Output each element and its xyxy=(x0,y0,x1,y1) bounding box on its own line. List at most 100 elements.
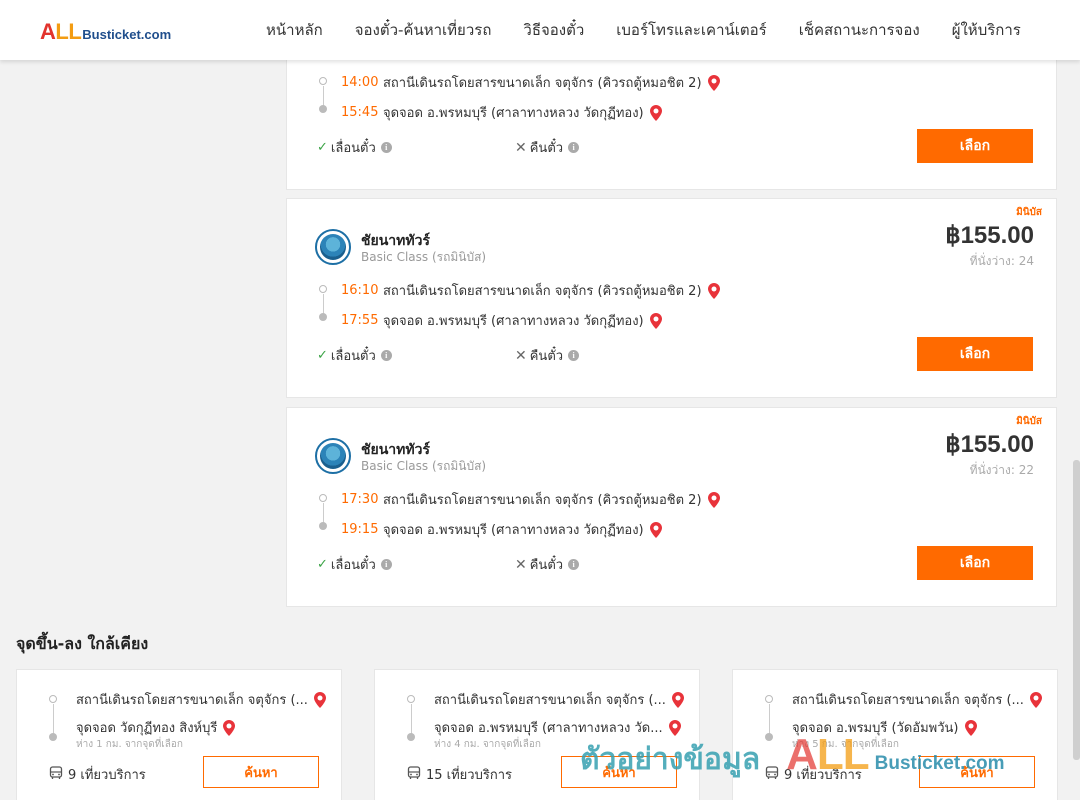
nearby-search-button[interactable]: ค้นหา xyxy=(561,756,677,788)
nearby-services-count: 9 เที่ยวบริการ xyxy=(68,768,146,783)
info-icon[interactable]: i xyxy=(380,559,392,570)
scrollbar-thumb[interactable] xyxy=(1073,460,1080,760)
nav-book-search[interactable]: จองตั๋ว-ค้นหาเที่ยวรถ xyxy=(339,18,508,42)
trip-card: มินิบัส ชัยนาททัวร์ Basic Class (รถมินิบ… xyxy=(286,407,1057,607)
arrival-time: 15:45 xyxy=(341,105,379,120)
nearby-distance: ห่าง 5 กม. จากจุดที่เลือก xyxy=(792,739,899,750)
map-pin-icon[interactable] xyxy=(707,282,720,299)
map-pin-icon[interactable] xyxy=(1029,691,1042,708)
map-pin-icon[interactable] xyxy=(964,719,977,736)
cross-icon: ✕ xyxy=(515,556,527,573)
reschedule-policy: ✓ เลื่อนตั๋ว i xyxy=(317,137,392,158)
nearby-from-label: สถานีเดินรถโดยสารขนาดเล็ก จตุจักร (... xyxy=(434,693,666,708)
departure-dot xyxy=(49,695,57,703)
nav-contact-counter[interactable]: เบอร์โทรและเคาน์เตอร์ xyxy=(600,18,782,42)
ticket-price: ฿155.00 xyxy=(945,222,1034,249)
nav-how-to-book[interactable]: วิธีจองตั๋ว xyxy=(507,18,600,42)
map-pin-icon[interactable] xyxy=(707,491,720,508)
select-trip-button[interactable]: เลือก xyxy=(917,546,1033,580)
arrival-dot xyxy=(49,733,57,741)
reschedule-label: เลื่อนตั๋ว xyxy=(330,141,376,156)
nearby-from: สถานีเดินรถโดยสารขนาดเล็ก จตุจักร (... xyxy=(434,689,684,710)
logo-letters-ll: LL xyxy=(55,19,82,44)
logo-busticket: Busticket.com xyxy=(82,27,172,42)
map-pin-icon[interactable] xyxy=(707,74,720,91)
nearby-search-button[interactable]: ค้นหา xyxy=(203,756,319,788)
vehicle-type-tag: มินิบัส xyxy=(1016,416,1042,427)
nearby-route-card: สถานีเดินรถโดยสารขนาดเล็ก จตุจักร (... จ… xyxy=(16,669,342,800)
logo-all: ALL xyxy=(40,19,82,45)
info-icon[interactable]: i xyxy=(568,559,580,570)
company-logo-icon xyxy=(315,438,351,474)
route-timeline xyxy=(48,695,58,741)
seats-available: ที่นั่งว่าง: 22 xyxy=(969,463,1034,477)
select-trip-button[interactable]: เลือก xyxy=(917,129,1033,163)
nearby-distance: ห่าง 1 กม. จากจุดที่เลือก xyxy=(76,739,183,750)
check-icon: ✓ xyxy=(317,557,328,572)
arrival-stop: 19:15 จุดจอด อ.พรหมบุรี (ศาลาทางหลวง วัด… xyxy=(341,519,662,540)
map-pin-icon[interactable] xyxy=(649,104,662,121)
logo-letter-a: A xyxy=(40,19,56,44)
timeline-line xyxy=(410,704,412,734)
arrival-stop: 17:55 จุดจอด อ.พรหมบุรี (ศาลาทางหลวง วัด… xyxy=(341,310,662,331)
timeline-line xyxy=(52,704,54,734)
nearby-from: สถานีเดินรถโดยสารขนาดเล็ก จตุจักร (... xyxy=(76,689,326,710)
nav-home[interactable]: หน้าหลัก xyxy=(250,18,339,42)
arrival-dot xyxy=(319,313,327,321)
departure-stop: 16:10 สถานีเดินรถโดยสารขนาดเล็ก จตุจักร … xyxy=(341,280,720,301)
bus-class: Basic Class (รถมินิบัส) xyxy=(361,250,487,264)
bus-icon xyxy=(49,765,63,784)
site-logo[interactable]: ALL Busticket.com xyxy=(40,19,171,45)
cross-icon: ✕ xyxy=(515,139,527,156)
map-pin-icon[interactable] xyxy=(649,521,662,538)
refund-policy: ✕ คืนตั๋ว i xyxy=(515,137,580,158)
nearby-distance: ห่าง 4 กม. จากจุดที่เลือก xyxy=(434,739,541,750)
info-icon[interactable]: i xyxy=(380,350,392,361)
top-header: ALL Busticket.com หน้าหลัก จองตั๋ว-ค้นหา… xyxy=(0,0,1080,60)
company-logo-icon xyxy=(315,229,351,265)
arrival-station: จุดจอด อ.พรหมบุรี (ศาลาทางหลวง วัดกุฏีทอ… xyxy=(383,314,644,329)
reschedule-policy: ✓ เลื่อนตั๋ว i xyxy=(317,554,392,575)
arrival-dot xyxy=(319,105,327,113)
nearby-services: 9 เที่ยวบริการ xyxy=(765,764,862,785)
nearby-from-label: สถานีเดินรถโดยสารขนาดเล็ก จตุจักร (... xyxy=(76,693,308,708)
departure-station: สถานีเดินรถโดยสารขนาดเล็ก จตุจักร (คิวรถ… xyxy=(383,493,702,508)
nav-check-booking[interactable]: เช็คสถานะการจอง xyxy=(783,18,936,42)
arrival-time: 19:15 xyxy=(341,522,379,537)
nav-operators[interactable]: ผู้ให้บริการ xyxy=(936,18,1037,42)
info-icon[interactable]: i xyxy=(568,142,580,153)
map-pin-icon[interactable] xyxy=(649,312,662,329)
departure-dot xyxy=(765,695,773,703)
cross-icon: ✕ xyxy=(515,347,527,364)
company-logo-emblem xyxy=(320,234,346,260)
nearby-to-label: จุดจอด อ.พรหมบุรี (ศาลาทางหลวง วัด... xyxy=(434,721,663,736)
vehicle-type-tag: มินิบัส xyxy=(1016,207,1042,218)
nearby-route-card: สถานีเดินรถโดยสารขนาดเล็ก จตุจักร (... จ… xyxy=(732,669,1058,800)
seats-available: ที่นั่งว่าง: 24 xyxy=(969,254,1034,268)
map-pin-icon[interactable] xyxy=(671,691,684,708)
departure-time: 16:10 xyxy=(341,283,379,298)
departure-dot xyxy=(407,695,415,703)
route-timeline xyxy=(318,285,328,321)
route-timeline xyxy=(318,494,328,530)
nearby-search-button[interactable]: ค้นหา xyxy=(919,756,1035,788)
nearby-to-label: จุดจอด วัดกุฏีทอง สิงห์บุรี xyxy=(76,721,218,736)
select-trip-button[interactable]: เลือก xyxy=(917,337,1033,371)
nearby-to: จุดจอด วัดกุฏีทอง สิงห์บุรี xyxy=(76,717,236,738)
timeline-line xyxy=(322,294,324,314)
reschedule-policy: ✓ เลื่อนตั๋ว i xyxy=(317,345,392,366)
departure-dot xyxy=(319,285,327,293)
trip-card: 14:00 สถานีเดินรถโดยสารขนาดเล็ก จตุจักร … xyxy=(286,40,1057,190)
info-icon[interactable]: i xyxy=(380,142,392,153)
page-scrollbar[interactable] xyxy=(1072,60,1080,800)
map-pin-icon[interactable] xyxy=(668,719,681,736)
departure-station: สถานีเดินรถโดยสารขนาดเล็ก จตุจักร (คิวรถ… xyxy=(383,284,702,299)
company-logo-emblem xyxy=(320,443,346,469)
departure-station: สถานีเดินรถโดยสารขนาดเล็ก จตุจักร (คิวรถ… xyxy=(383,76,702,91)
nearby-from-label: สถานีเดินรถโดยสารขนาดเล็ก จตุจักร (... xyxy=(792,693,1024,708)
map-pin-icon[interactable] xyxy=(313,691,326,708)
info-icon[interactable]: i xyxy=(568,350,580,361)
arrival-dot xyxy=(319,522,327,530)
check-icon: ✓ xyxy=(317,348,328,363)
map-pin-icon[interactable] xyxy=(223,719,236,736)
